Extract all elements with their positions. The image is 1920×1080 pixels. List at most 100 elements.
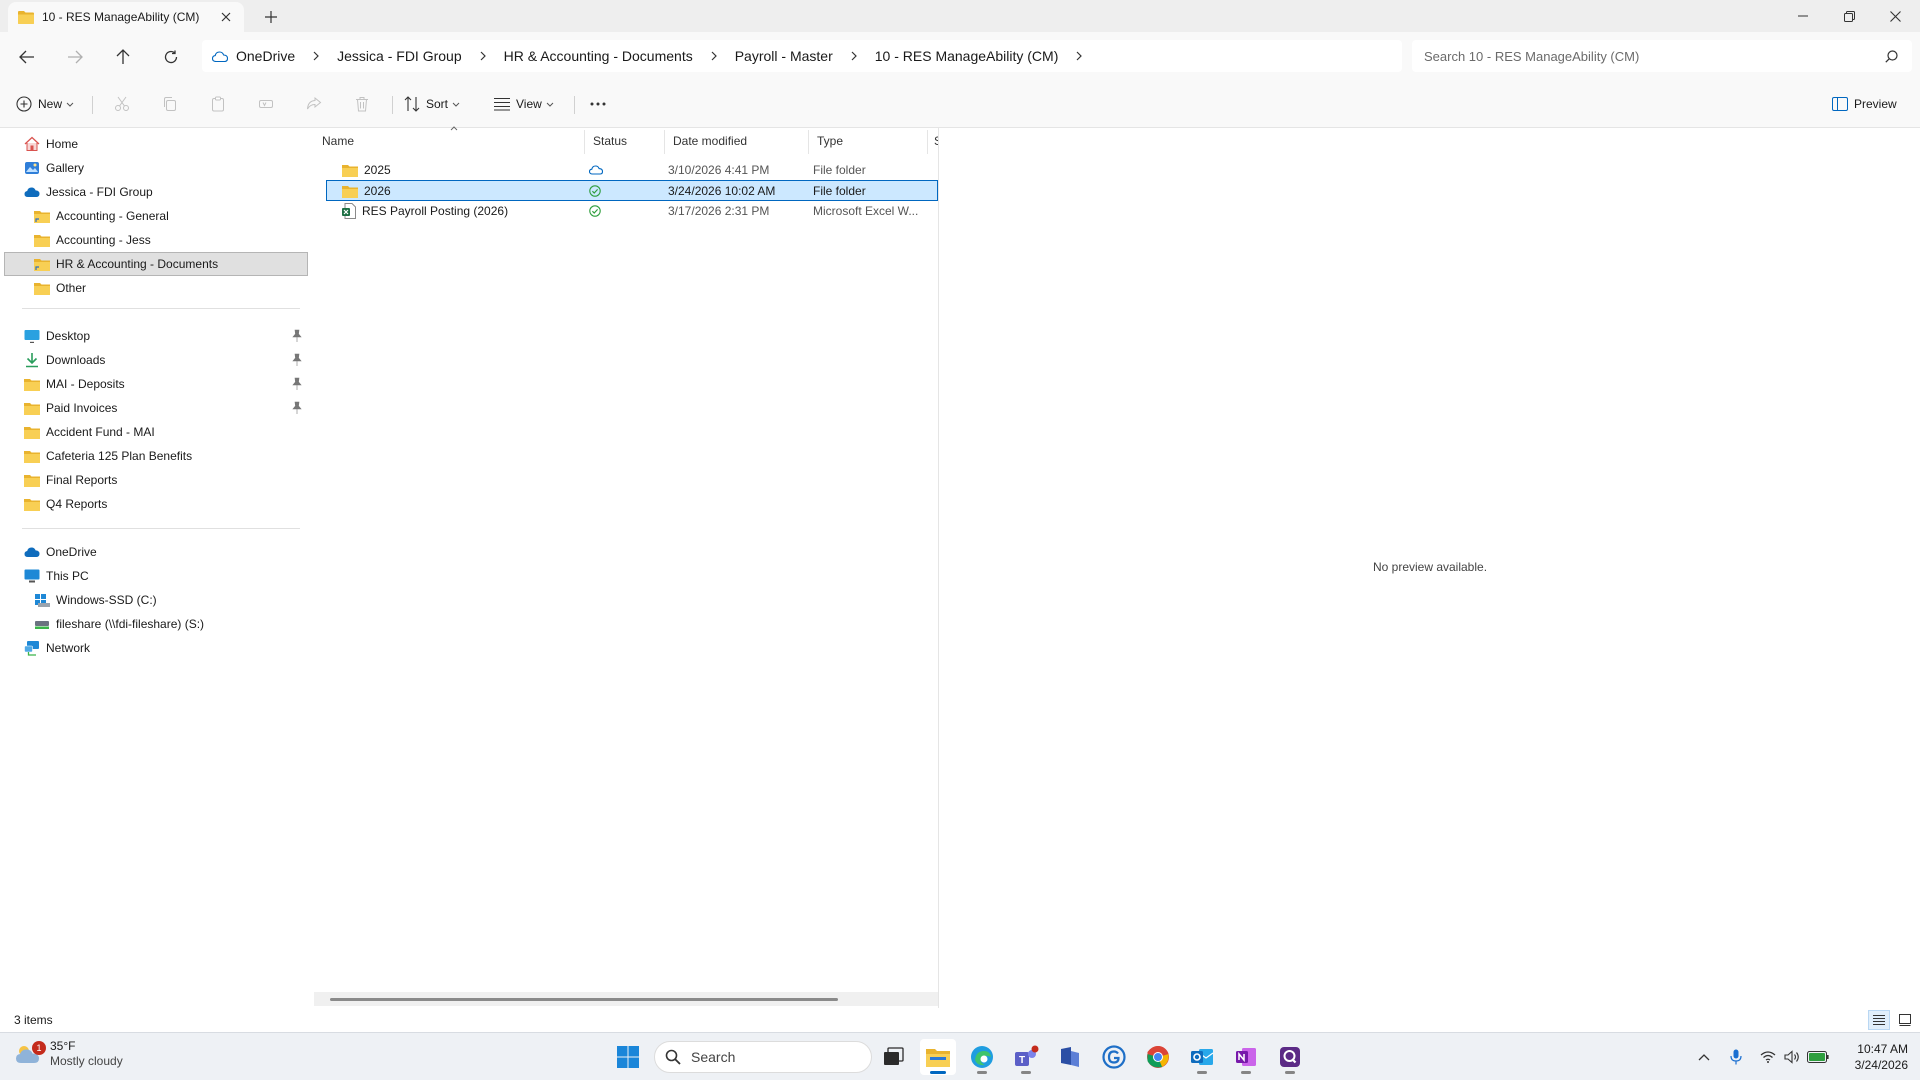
- wifi-icon[interactable]: [1756, 1045, 1780, 1069]
- breadcrumb-hr-accounting-documents[interactable]: HR & Accounting - Documents: [498, 48, 699, 64]
- column-header-date-modified[interactable]: Date modified: [665, 128, 809, 154]
- nav-item-windows-ssd[interactable]: Windows-SSD (C:): [4, 588, 308, 612]
- column-header-status[interactable]: Status: [585, 128, 665, 154]
- paste-icon[interactable]: [202, 88, 234, 120]
- battery-icon[interactable]: [1806, 1045, 1830, 1069]
- running-indicator: [977, 1071, 987, 1074]
- restore-icon[interactable]: [1826, 0, 1872, 32]
- pin-icon[interactable]: [290, 329, 304, 343]
- nav-item-jessica-fdi-group[interactable]: Jessica - FDI Group: [4, 180, 308, 204]
- details-view-icon[interactable]: [1868, 1010, 1890, 1030]
- nav-item-accident-fund-mai[interactable]: Accident Fund - MAI: [4, 420, 308, 444]
- nav-item-downloads[interactable]: Downloads: [4, 348, 308, 372]
- preview-button[interactable]: Preview: [1832, 88, 1901, 120]
- new-button[interactable]: New: [16, 88, 74, 120]
- forward-arrow-icon[interactable]: [58, 42, 92, 72]
- table-row[interactable]: RES Payroll Posting (2026) 3/17/2026 2:3…: [326, 201, 938, 222]
- rename-icon[interactable]: [250, 88, 282, 120]
- chevron-right-icon[interactable]: [301, 49, 331, 63]
- tiles-view-icon[interactable]: [1894, 1010, 1916, 1030]
- nav-item-accounting-general[interactable]: Accounting - General: [4, 204, 308, 228]
- cut-icon[interactable]: [106, 88, 138, 120]
- nav-item-other[interactable]: Other: [4, 276, 308, 300]
- chevron-up-icon[interactable]: [1692, 1045, 1716, 1069]
- search-icon[interactable]: [1885, 49, 1898, 63]
- scrollbar-thumb[interactable]: [330, 998, 838, 1001]
- nav-item-onedrive[interactable]: OneDrive: [4, 540, 308, 564]
- windows-start-icon[interactable]: [610, 1039, 646, 1075]
- cloud-icon: [589, 160, 629, 179]
- nav-item-paid-invoices[interactable]: Paid Invoices: [4, 396, 308, 420]
- column-header-type[interactable]: Type: [809, 128, 927, 154]
- nav-item-desktop[interactable]: Desktop: [4, 324, 308, 348]
- folder-icon: [24, 472, 40, 488]
- column-header-name[interactable]: Name: [314, 128, 584, 154]
- table-row-selected[interactable]: 2026 3/24/2026 10:02 AM File folder: [326, 180, 938, 201]
- chevron-right-icon[interactable]: [839, 49, 869, 63]
- copy-icon[interactable]: [154, 88, 186, 120]
- close-icon[interactable]: [1872, 0, 1918, 32]
- breadcrumb-current-folder[interactable]: 10 - RES ManageAbility (CM): [869, 48, 1065, 64]
- onenote-icon[interactable]: [1228, 1039, 1264, 1075]
- nav-item-gallery[interactable]: Gallery: [4, 156, 308, 180]
- address-bar[interactable]: OneDrive Jessica - FDI Group HR & Accoun…: [202, 40, 1402, 72]
- date-cell: 3/24/2026 10:02 AM: [668, 183, 776, 198]
- divider: [392, 96, 393, 114]
- back-arrow-icon[interactable]: [10, 42, 44, 72]
- chevron-right-icon[interactable]: [699, 49, 729, 63]
- folder-icon: [34, 280, 50, 296]
- breadcrumb-payroll-master[interactable]: Payroll - Master: [729, 48, 839, 64]
- system-clock[interactable]: 10:47 AM 3/24/2026: [1836, 1041, 1908, 1073]
- chrome-browser-icon[interactable]: [1140, 1039, 1176, 1075]
- up-arrow-icon[interactable]: [106, 42, 140, 72]
- active-tab[interactable]: 10 - RES ManageAbility (CM): [8, 2, 244, 32]
- app-icon[interactable]: [1272, 1039, 1308, 1075]
- search-box[interactable]: [1412, 40, 1912, 72]
- nav-item-mai-deposits[interactable]: MAI - Deposits: [4, 372, 308, 396]
- file-explorer-icon[interactable]: [920, 1039, 956, 1075]
- more-options-icon[interactable]: [582, 88, 614, 120]
- delete-icon[interactable]: [346, 88, 378, 120]
- sort-ascending-icon: [450, 126, 458, 131]
- outlook-icon[interactable]: [1184, 1039, 1220, 1075]
- breadcrumb-onedrive[interactable]: OneDrive: [230, 48, 301, 64]
- edge-browser-icon[interactable]: [964, 1039, 1000, 1075]
- folder-icon: [24, 424, 40, 440]
- view-button[interactable]: View: [494, 88, 554, 120]
- volume-icon[interactable]: [1780, 1045, 1804, 1069]
- tab-close-icon[interactable]: [216, 7, 236, 27]
- chevron-right-icon[interactable]: [1064, 49, 1094, 63]
- nav-item-final-reports[interactable]: Final Reports: [4, 468, 308, 492]
- plus-icon[interactable]: [258, 6, 284, 28]
- task-view-icon[interactable]: [876, 1039, 912, 1075]
- chevron-right-icon[interactable]: [468, 49, 498, 63]
- pin-icon[interactable]: [290, 401, 304, 415]
- pin-icon[interactable]: [290, 353, 304, 367]
- nav-item-accounting-jess[interactable]: Accounting - Jess: [4, 228, 308, 252]
- status-bar: 3 items: [0, 1008, 1920, 1032]
- horizontal-scrollbar[interactable]: [314, 992, 938, 1006]
- weather-widget[interactable]: 1 35°F Mostly cloudy: [14, 1039, 123, 1069]
- nav-item-network[interactable]: Network: [4, 636, 308, 660]
- nav-item-hr-accounting-documents[interactable]: HR & Accounting - Documents: [4, 252, 308, 276]
- nav-item-this-pc[interactable]: This PC: [4, 564, 308, 588]
- refresh-icon[interactable]: [154, 42, 188, 72]
- nav-item-home[interactable]: Home: [4, 132, 308, 156]
- desktop-icon: [24, 328, 40, 344]
- table-row[interactable]: 2025 3/10/2026 4:41 PM File folder: [326, 160, 938, 181]
- remote-app-icon[interactable]: [1052, 1039, 1088, 1075]
- nav-item-cafeteria-125-plan-benefits[interactable]: Cafeteria 125 Plan Benefits: [4, 444, 308, 468]
- share-icon[interactable]: [298, 88, 330, 120]
- column-header-size[interactable]: S: [926, 128, 938, 154]
- minimize-icon[interactable]: [1780, 0, 1826, 32]
- pin-icon[interactable]: [290, 377, 304, 391]
- nav-item-q4-reports[interactable]: Q4 Reports: [4, 492, 308, 516]
- nav-item-fileshare-drive[interactable]: fileshare (\\fdi-fileshare) (S:): [4, 612, 308, 636]
- teams-icon[interactable]: T: [1008, 1039, 1044, 1075]
- taskbar-search[interactable]: Search: [654, 1041, 872, 1073]
- microphone-icon[interactable]: [1724, 1045, 1748, 1069]
- search-input[interactable]: [1424, 48, 1885, 64]
- sort-button[interactable]: Sort: [404, 88, 460, 120]
- breadcrumb-jessica-fdi-group[interactable]: Jessica - FDI Group: [331, 48, 467, 64]
- grammarly-icon[interactable]: [1096, 1039, 1132, 1075]
